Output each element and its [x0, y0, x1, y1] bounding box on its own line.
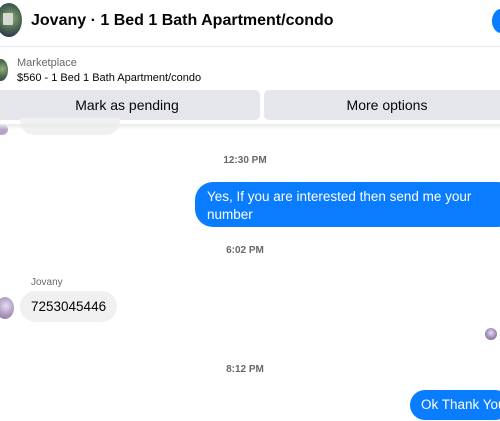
listing-summary[interactable]: $560 - 1 Bed 1 Bath Apartment/condo — [17, 72, 201, 84]
mark-as-pending-button[interactable]: Mark as pending — [0, 90, 260, 120]
outgoing-message[interactable]: Ok Thank You — [410, 390, 500, 420]
message-line: Yes, If you are interested then send me … — [207, 189, 472, 222]
header-divider — [0, 46, 500, 47]
seen-indicator-avatar — [485, 328, 497, 340]
card-shadow — [0, 124, 500, 130]
message-timestamp: 6:02 PM — [226, 245, 264, 256]
chat-header: Jovany · 1 Bed 1 Bath Apartment/condo — [0, 0, 500, 45]
marketplace-label: Marketplace — [17, 57, 77, 69]
listing-avatar[interactable] — [0, 3, 22, 37]
header-action-icon[interactable] — [492, 9, 500, 33]
listing-thumbnail[interactable] — [0, 59, 8, 81]
message-timestamp: 8:12 PM — [226, 364, 264, 375]
chat-window: Jovany · 1 Bed 1 Bath Apartment/condo Ma… — [0, 0, 500, 421]
sender-name: Jovany — [31, 277, 63, 288]
message-timestamp: 12:30 PM — [223, 155, 267, 166]
more-options-button[interactable]: More options — [264, 90, 500, 120]
sender-avatar[interactable] — [0, 297, 14, 319]
chat-title[interactable]: Jovany · 1 Bed 1 Bath Apartment/condo — [31, 12, 334, 30]
incoming-message[interactable]: 7253045446 — [20, 291, 118, 322]
message-line: I will contact you. — [207, 225, 310, 240]
outgoing-message[interactable]: Yes, If you are interested then send me … — [195, 182, 500, 240]
